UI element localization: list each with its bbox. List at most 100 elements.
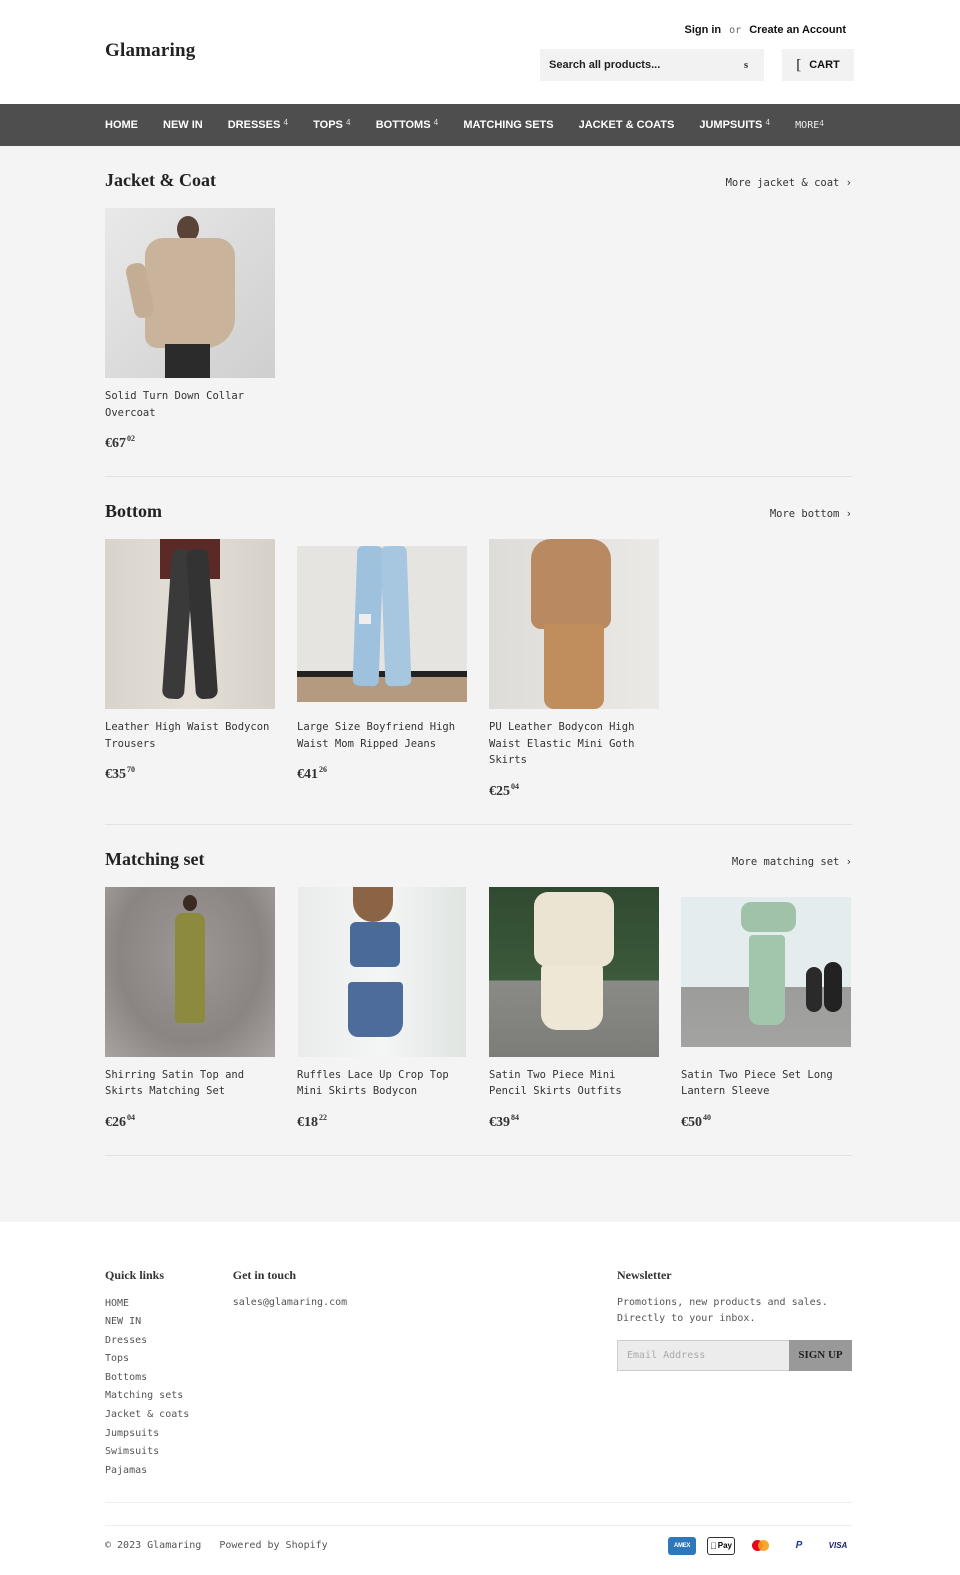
product-title[interactable]: Leather High Waist Bodycon Trousers — [105, 719, 275, 752]
product-card[interactable]: Large Size Boyfriend High Waist Mom Ripp… — [297, 539, 467, 800]
nav-item-matching-sets[interactable]: MATCHING SETS — [463, 119, 553, 131]
nav-item-tops[interactable]: TOPS 4 — [313, 118, 351, 131]
newsletter-column: Newsletter Promotions, new products and … — [617, 1268, 852, 1481]
footer-link-home[interactable]: HOME — [105, 1295, 233, 1314]
product-card[interactable]: Satin Two Piece Set Long Lantern Sleeve … — [681, 887, 851, 1131]
collection-title[interactable]: Jacket & Coat — [105, 170, 216, 191]
site-footer: Quick links HOME NEW IN Dresses Tops Bot… — [0, 1221, 960, 1575]
main-nav: HOME NEW IN DRESSES 4 TOPS 4 BOTTOMS 4 MATC… — [0, 104, 960, 146]
product-image[interactable] — [489, 886, 659, 1057]
product-price: €6702 — [105, 434, 275, 452]
product-title[interactable]: Large Size Boyfriend High Waist Mom Ripp… — [297, 719, 467, 752]
product-grid: Solid Turn Down Collar Overcoat €6702 — [105, 208, 852, 452]
newsletter-form: SIGN UP — [617, 1339, 852, 1371]
product-card[interactable]: Ruffles Lace Up Crop Top Mini Skirts Bod… — [297, 886, 467, 1131]
product-card[interactable]: PU Leather Bodycon High Waist Elastic Mi… — [489, 539, 659, 800]
newsletter-email-input[interactable] — [617, 1339, 789, 1371]
collection-title[interactable]: Matching set — [105, 849, 204, 870]
product-image[interactable] — [681, 887, 851, 1057]
section-divider — [105, 1154, 852, 1156]
more-link[interactable]: More bottom › — [770, 508, 852, 520]
account-links: Sign in or Create an Account — [684, 24, 846, 36]
nav-item-jumpsuits[interactable]: JUMPSUITS 4 — [699, 118, 771, 131]
product-title[interactable]: Solid Turn Down Collar Overcoat — [105, 388, 275, 421]
product-image[interactable] — [297, 539, 467, 709]
collection-matching-set: Matching set More matching set › Shirrin… — [105, 825, 852, 1156]
nav-label: JUMPSUITS — [699, 119, 763, 131]
footer-link-jumpsuits[interactable]: Jumpsuits — [105, 1425, 233, 1444]
product-title[interactable]: Shirring Satin Top and Skirts Matching S… — [105, 1067, 275, 1100]
dropdown-caret-icon: 4 — [765, 118, 771, 127]
price-main: €26 — [105, 1114, 126, 1130]
copyright-text[interactable]: © 2023 Glamaring — [105, 1540, 201, 1551]
nav-item-dresses[interactable]: DRESSES 4 — [227, 118, 289, 131]
cart-icon: [ — [796, 56, 802, 73]
price-cents: 26 — [319, 765, 327, 774]
product-grid: Leather High Waist Bodycon Trousers €357… — [105, 539, 852, 800]
contact-title: Get in touch — [232, 1267, 297, 1282]
product-card[interactable]: Leather High Waist Bodycon Trousers €357… — [105, 539, 275, 800]
footer-link-pajamas[interactable]: Pajamas — [105, 1462, 233, 1481]
amex-icon: AMEX — [668, 1536, 696, 1555]
more-link[interactable]: More matching set › — [732, 856, 852, 868]
product-card[interactable]: Satin Two Piece Mini Pencil Skirts Outfi… — [489, 886, 659, 1131]
nav-label: JACKET & COATS — [578, 119, 675, 131]
product-image[interactable] — [489, 539, 659, 709]
dropdown-caret-icon: 4 — [283, 118, 289, 127]
nav-item-new-in[interactable]: NEW IN — [163, 119, 203, 131]
nav-label: HOME — [105, 119, 138, 131]
footer-link-matching-sets[interactable]: Matching sets — [105, 1387, 233, 1406]
footer-link-jacket-coats[interactable]: Jacket & coats — [105, 1406, 233, 1425]
collection-header: Matching set More matching set › — [105, 849, 852, 887]
product-price: €3984 — [489, 1113, 659, 1131]
nav-label: TOPS — [313, 119, 343, 131]
product-title[interactable]: Satin Two Piece Set Long Lantern Sleeve — [681, 1067, 851, 1100]
nav-label: MORE — [795, 119, 820, 131]
product-title[interactable]: Satin Two Piece Mini Pencil Skirts Outfi… — [489, 1067, 659, 1100]
contact-email[interactable]: sales@glamaring.com — [233, 1295, 617, 1312]
product-image[interactable] — [105, 539, 275, 709]
product-price: €2604 — [105, 1113, 275, 1131]
store-logo[interactable]: Glamaring — [105, 40, 195, 62]
product-title[interactable]: Ruffles Lace Up Crop Top Mini Skirts Bod… — [297, 1067, 467, 1100]
footer-link-dresses[interactable]: Dresses — [105, 1332, 233, 1351]
footer-link-new-in[interactable]: NEW IN — [105, 1313, 233, 1332]
apple-pay-label: Pay — [714, 1541, 732, 1550]
search-icon[interactable]: s — [737, 59, 755, 71]
powered-by-link[interactable]: Powered by Shopify — [219, 1540, 327, 1551]
product-image[interactable] — [105, 886, 275, 1057]
price-main: €35 — [105, 767, 126, 782]
collection-title[interactable]: Bottom — [105, 501, 162, 522]
footer-link-tops[interactable]: Tops — [105, 1350, 233, 1369]
product-price: €5040 — [681, 1113, 851, 1131]
product-card[interactable]: Shirring Satin Top and Skirts Matching S… — [105, 886, 275, 1131]
product-image[interactable] — [105, 208, 275, 378]
contact-column: Get in touch sales@glamaring.com — [233, 1268, 617, 1481]
footer-link-swimsuits[interactable]: Swimsuits — [105, 1443, 233, 1462]
product-image[interactable] — [297, 886, 467, 1057]
price-cents: 04 — [511, 781, 519, 791]
footer-bottom: © 2023 Glamaring Powered by Shopify AMEX… — [105, 1536, 852, 1555]
nav-item-home[interactable]: HOME — [105, 119, 138, 131]
more-link[interactable]: More jacket & coat › — [726, 177, 852, 189]
nav-label: DRESSES — [227, 119, 281, 131]
main-content: Jacket & Coat More jacket & coat › Solid… — [0, 146, 960, 1222]
cart-button[interactable]: [ CART — [782, 49, 854, 81]
collection-bottom: Bottom More bottom › Leather High Waist … — [105, 477, 852, 825]
newsletter-text: Promotions, new products and sales. Dire… — [617, 1296, 828, 1325]
footer-link-bottoms[interactable]: Bottoms — [105, 1369, 233, 1388]
sign-up-button[interactable]: SIGN UP — [789, 1339, 852, 1371]
price-cents: 70 — [127, 765, 135, 774]
search-input[interactable] — [549, 59, 737, 71]
nav-item-jacket-coats[interactable]: JACKET & COATS — [579, 119, 675, 131]
create-account-link[interactable]: Create an Account — [749, 24, 846, 36]
nav-item-more[interactable]: MORE 4 — [795, 119, 824, 131]
sign-in-link[interactable]: Sign in — [684, 24, 721, 36]
product-card[interactable]: Solid Turn Down Collar Overcoat €6702 — [105, 208, 275, 452]
nav-item-bottoms[interactable]: BOTTOMS 4 — [376, 118, 439, 131]
quick-links: Quick links HOME NEW IN Dresses Tops Bot… — [105, 1268, 233, 1481]
product-price: €1822 — [297, 1113, 467, 1131]
footer-divider — [105, 1501, 852, 1503]
product-title[interactable]: PU Leather Bodycon High Waist Elastic Mi… — [489, 719, 659, 769]
